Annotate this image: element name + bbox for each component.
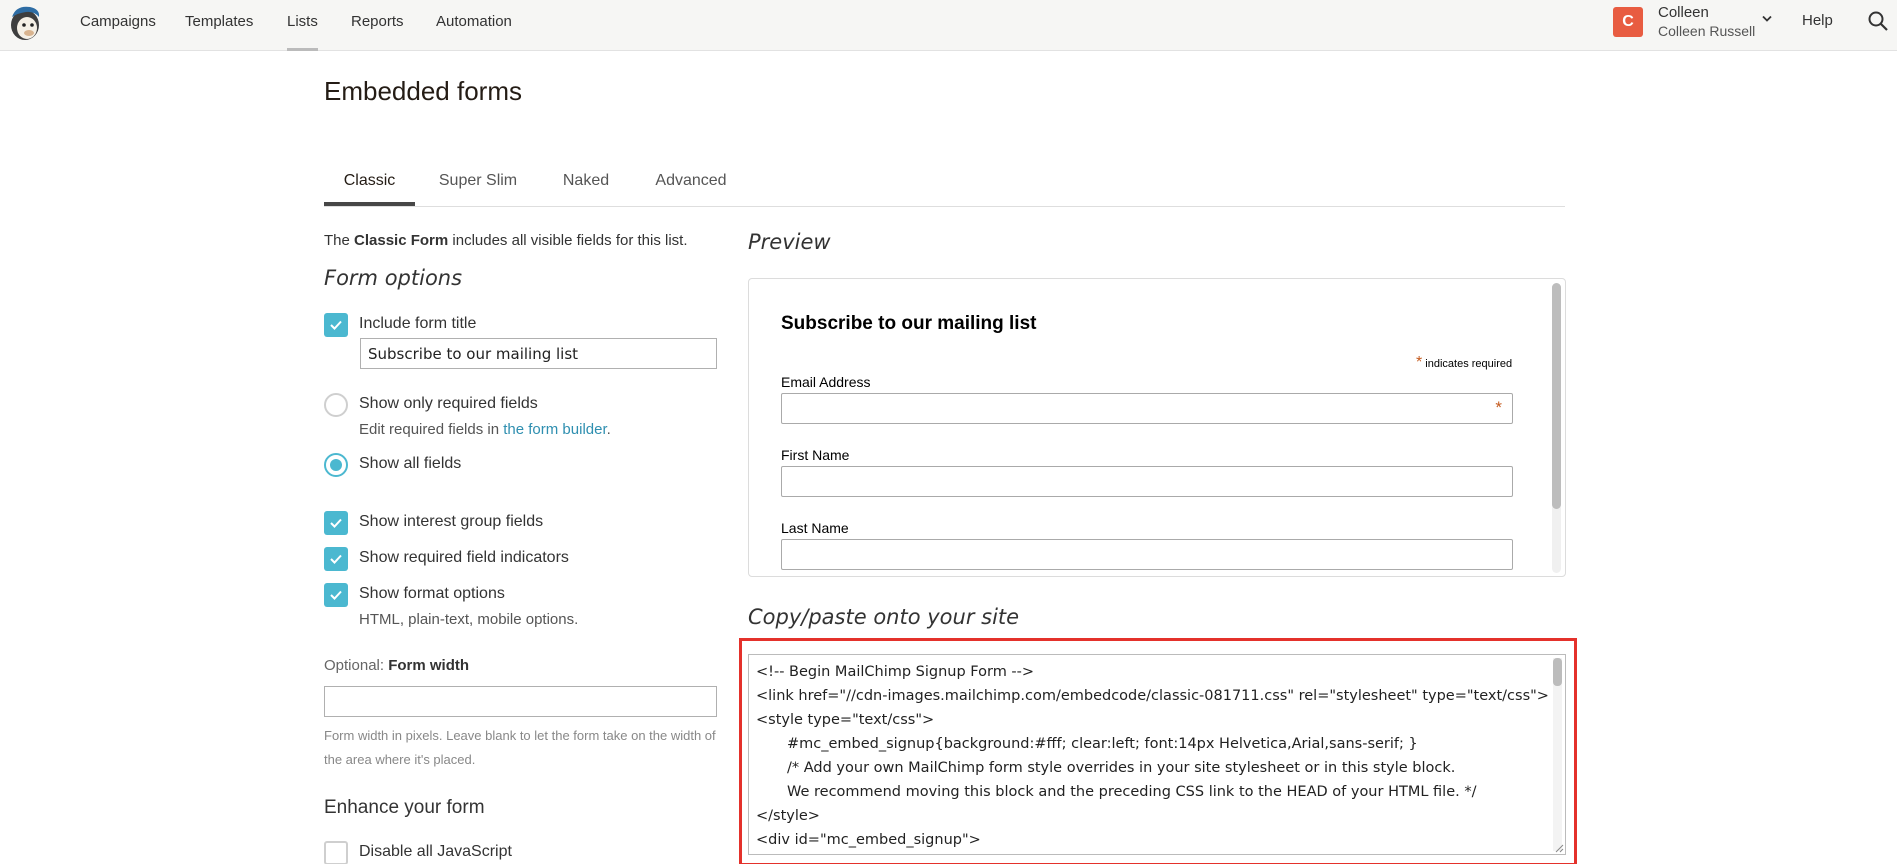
required-star-icon: * bbox=[1495, 398, 1502, 417]
code-scroll-thumb[interactable] bbox=[1553, 658, 1562, 686]
code-line: We recommend moving this block and the p… bbox=[787, 784, 1477, 800]
form-width-input[interactable] bbox=[324, 686, 717, 717]
resize-handle-icon[interactable] bbox=[1554, 843, 1564, 853]
disable-js-label: Disable all JavaScript bbox=[359, 843, 512, 860]
all-fields-radio[interactable] bbox=[324, 453, 348, 477]
code-line: /* Add your own MailChimp form style ove… bbox=[787, 760, 1456, 776]
disable-js-checkbox[interactable] bbox=[324, 841, 348, 864]
code-scrollbar[interactable] bbox=[1553, 658, 1562, 851]
preview-field-label: Last Name bbox=[781, 520, 849, 536]
code-line: <div id="mc_embed_signup"> bbox=[756, 832, 981, 848]
code-line: </style> bbox=[756, 808, 820, 824]
tab-super-slim[interactable]: Super Slim bbox=[431, 170, 525, 206]
enhance-heading: Enhance your form bbox=[324, 797, 485, 818]
code-line: <!-- Begin MailChimp Signup Form --> bbox=[756, 664, 1035, 680]
search-icon[interactable] bbox=[1867, 10, 1889, 32]
chevron-down-icon[interactable] bbox=[1762, 15, 1772, 23]
tab-naked[interactable]: Naked bbox=[556, 170, 616, 206]
form-title-input[interactable] bbox=[360, 338, 717, 369]
code-line: #mc_embed_signup{background:#fff; clear:… bbox=[787, 736, 1418, 752]
format-options-label: Show format options bbox=[359, 585, 505, 602]
user-first-name[interactable]: Colleen bbox=[1658, 4, 1709, 21]
mailchimp-logo[interactable] bbox=[6, 3, 44, 43]
required-indicators-checkbox[interactable] bbox=[324, 547, 348, 571]
nav-campaigns[interactable]: Campaigns bbox=[80, 0, 156, 51]
include-title-label: Include form title bbox=[359, 315, 477, 332]
code-line: <link href="//cdn-images.mailchimp.com/e… bbox=[756, 688, 1549, 704]
embed-code-textarea[interactable]: <!-- Begin MailChimp Signup Form --> <li… bbox=[748, 654, 1566, 855]
all-fields-label: Show all fields bbox=[359, 455, 462, 472]
help-link[interactable]: Help bbox=[1802, 12, 1833, 29]
required-only-sub: Edit required fields in the form builder… bbox=[359, 421, 611, 438]
tab-advanced[interactable]: Advanced bbox=[648, 170, 734, 206]
preview-field-label: First Name bbox=[781, 447, 850, 463]
include-title-checkbox[interactable] bbox=[324, 313, 348, 337]
tabs-divider bbox=[324, 206, 1565, 207]
nav-reports[interactable]: Reports bbox=[351, 0, 404, 51]
nav-templates[interactable]: Templates bbox=[185, 0, 253, 51]
required-only-label: Show only required fields bbox=[359, 395, 538, 412]
page-title: Embedded forms bbox=[324, 76, 522, 106]
form-builder-link[interactable]: the form builder bbox=[503, 421, 606, 438]
preview-heading: Preview bbox=[748, 230, 831, 254]
preview-scrollbar[interactable] bbox=[1552, 283, 1561, 573]
tab-classic[interactable]: Classic bbox=[324, 170, 415, 206]
form-intro: The Classic Form includes all visible fi… bbox=[324, 232, 688, 249]
preview-form-title: Subscribe to our mailing list bbox=[781, 313, 1037, 334]
form-width-hint: Form width in pixels. Leave blank to let… bbox=[324, 728, 716, 767]
nav-automation[interactable]: Automation bbox=[436, 0, 512, 51]
user-full-name[interactable]: Colleen Russell bbox=[1658, 23, 1755, 39]
avatar[interactable]: C bbox=[1613, 7, 1643, 37]
form-width-label: Optional: Form width bbox=[324, 657, 470, 674]
form-options-heading: Form options bbox=[324, 266, 463, 290]
nav-lists[interactable]: Lists bbox=[287, 0, 318, 51]
top-nav: Campaigns Templates Lists Reports Automa… bbox=[0, 0, 1897, 51]
code-line: <style type="text/css"> bbox=[756, 712, 935, 728]
preview-panel[interactable]: Subscribe to our mailing list * indicate… bbox=[748, 278, 1566, 577]
preview-field-label: Email Address bbox=[781, 374, 871, 390]
required-indicators-label: Show required field indicators bbox=[359, 549, 569, 566]
preview-email-input[interactable]: * bbox=[781, 393, 1513, 424]
interest-groups-label: Show interest group fields bbox=[359, 513, 544, 530]
preview-scroll-thumb[interactable] bbox=[1552, 283, 1561, 509]
required-only-radio[interactable] bbox=[324, 393, 348, 417]
copy-paste-heading: Copy/paste onto your site bbox=[748, 605, 1020, 629]
preview-last-name-input[interactable] bbox=[781, 539, 1513, 570]
preview-first-name-input[interactable] bbox=[781, 466, 1513, 497]
format-options-sub: HTML, plain-text, mobile options. bbox=[359, 611, 579, 628]
required-note: * indicates required bbox=[1416, 354, 1513, 371]
interest-groups-checkbox[interactable] bbox=[324, 511, 348, 535]
format-options-checkbox[interactable] bbox=[324, 583, 348, 607]
